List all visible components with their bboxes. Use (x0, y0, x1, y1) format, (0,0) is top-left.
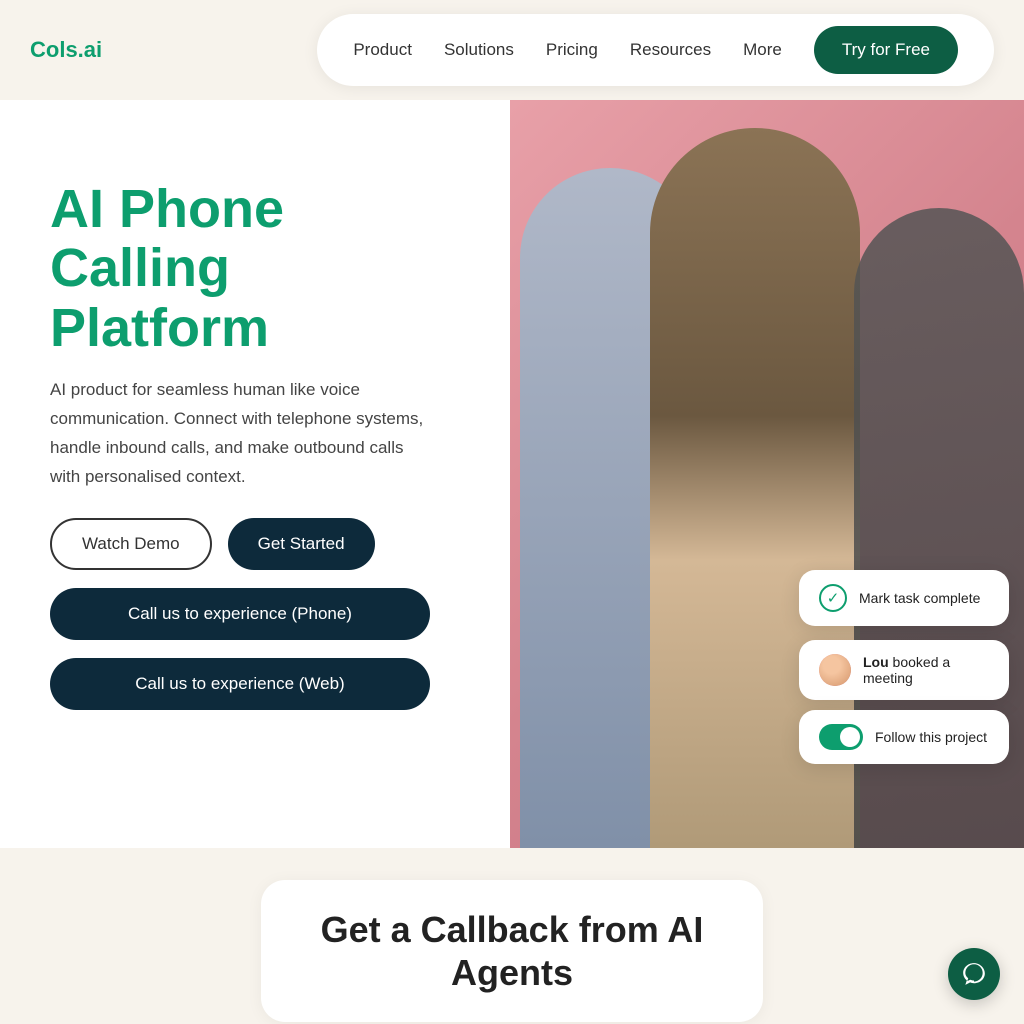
nav-resources[interactable]: Resources (630, 40, 711, 60)
follow-toggle[interactable] (819, 724, 863, 750)
get-started-button[interactable]: Get Started (228, 518, 375, 570)
call-phone-button[interactable]: Call us to experience (Phone) (50, 588, 430, 640)
hero-cta-row: Watch Demo Get Started (50, 518, 460, 570)
hero-section: AI Phone Calling Platform AI product for… (0, 100, 1024, 848)
nav-more[interactable]: More (743, 40, 782, 60)
hero-left: AI Phone Calling Platform AI product for… (0, 100, 510, 848)
meeting-name: Lou (863, 654, 889, 670)
task-label: Mark task complete (859, 590, 980, 606)
meeting-text: Lou booked a meeting (863, 654, 989, 686)
try-for-free-button[interactable]: Try for Free (814, 26, 958, 74)
meeting-card[interactable]: Lou booked a meeting (799, 640, 1009, 700)
task-card[interactable]: ✓ Mark task complete (799, 570, 1009, 626)
hero-subtitle: AI product for seamless human like voice… (50, 376, 430, 492)
callback-title: Get a Callback from AI Agents (321, 908, 704, 994)
hero-right: ✓ Mark task complete Lou booked a meetin… (510, 100, 1024, 848)
follow-card[interactable]: Follow this project (799, 710, 1009, 764)
navbar: Cols.ai Product Solutions Pricing Resour… (0, 0, 1024, 100)
hero-title: AI Phone Calling Platform (50, 180, 460, 358)
nav-product[interactable]: Product (353, 40, 412, 60)
nav-pricing[interactable]: Pricing (546, 40, 598, 60)
nav-pill: Product Solutions Pricing Resources More… (317, 14, 994, 86)
check-circle-icon: ✓ (819, 584, 847, 612)
follow-label: Follow this project (875, 729, 987, 745)
callback-card: Get a Callback from AI Agents (261, 880, 764, 1022)
chat-bubble-button[interactable] (948, 948, 1000, 1000)
watch-demo-button[interactable]: Watch Demo (50, 518, 212, 570)
nav-solutions[interactable]: Solutions (444, 40, 514, 60)
chat-icon (961, 961, 987, 987)
call-web-button[interactable]: Call us to experience (Web) (50, 658, 430, 710)
logo[interactable]: Cols.ai (30, 37, 102, 63)
bottom-section: Get a Callback from AI Agents (0, 848, 1024, 1024)
avatar (819, 654, 851, 686)
